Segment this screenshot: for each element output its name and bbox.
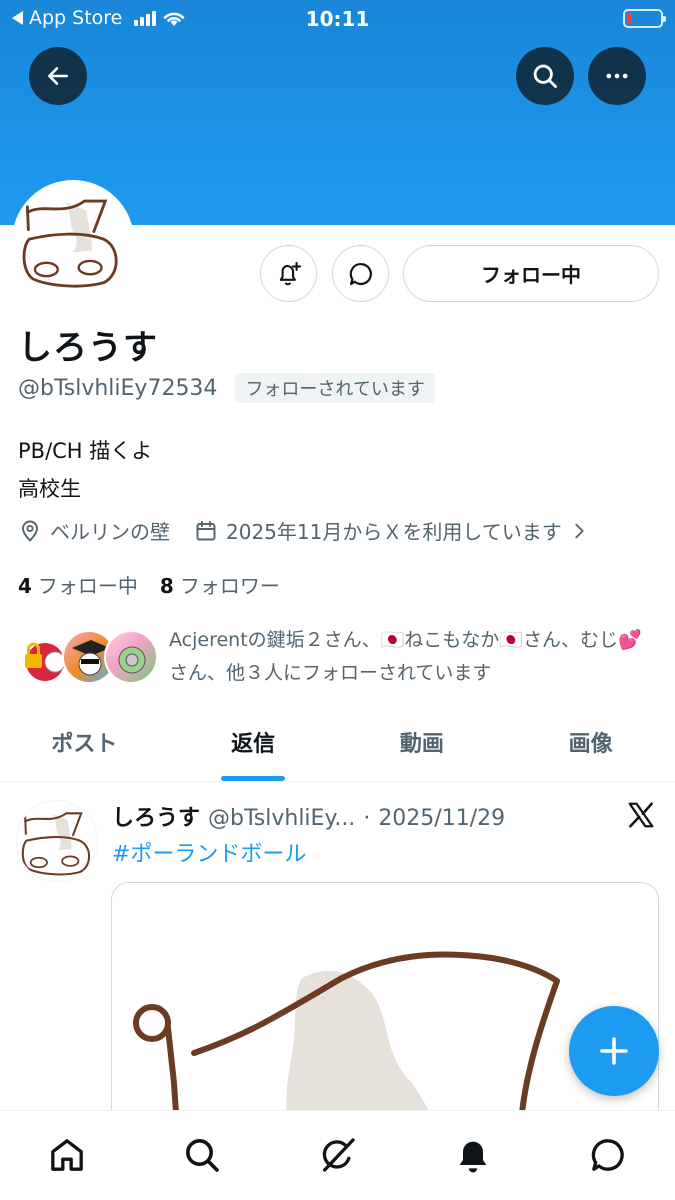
known-followers-text: Acjerentの鍵垢２さん、🇯🇵ねこもなか🇯🇵さん、むじ💕さん、他３人にフォロ…: [169, 629, 642, 684]
post-hashtag[interactable]: #ポーランドボール: [112, 836, 306, 868]
following-label: フォロー中: [37, 574, 138, 598]
handle-row: @bTslvhliEy72534 フォローされています: [18, 373, 435, 403]
back-button[interactable]: [29, 47, 87, 105]
bottom-nav: [0, 1110, 675, 1200]
active-tab-indicator: [221, 776, 286, 781]
profile-meta: ベルリンの壁 2025年11月からＸを利用しています: [18, 516, 598, 545]
post-media-image[interactable]: [111, 882, 659, 1142]
followers-label: フォロワー: [179, 574, 280, 598]
bio-line: 高校生: [18, 477, 81, 501]
profile-name: しろうす: [18, 328, 158, 368]
nav-notifications[interactable]: [451, 1133, 495, 1177]
profile-tabs: ポスト 返信 動画 画像: [0, 714, 675, 782]
battery-icon: [623, 9, 666, 28]
tab-posts[interactable]: ポスト: [0, 714, 169, 781]
calendar-icon: [196, 520, 216, 540]
post-header: しろうす @bTslvhliEy... · 2025/11/29: [112, 800, 582, 832]
followers-count: 8: [159, 574, 174, 598]
known-follower-avatar: [104, 630, 158, 684]
nav-home[interactable]: [45, 1133, 89, 1177]
compose-button[interactable]: [569, 1006, 659, 1096]
home-icon: [51, 1139, 83, 1171]
post-separator: ·: [363, 806, 371, 831]
character-icon: [118, 646, 146, 674]
followers-count-link[interactable]: 8 フォロワー: [160, 570, 280, 599]
join-date-text[interactable]: 2025年11月からＸを利用しています: [226, 516, 562, 545]
profile-handle: @bTslvhliEy72534: [18, 375, 218, 401]
following-button[interactable]: フォロー中: [403, 245, 659, 302]
followers-you-know[interactable]: Acjerentの鍵垢２さん、🇯🇵ねこもなか🇯🇵さん、むじ💕さん、他３人にフォロ…: [18, 622, 658, 692]
nav-grok[interactable]: [316, 1133, 360, 1177]
profile-bio: PB/CH 描くよ 高校生: [18, 432, 152, 508]
nav-search[interactable]: [180, 1133, 224, 1177]
clock: 10:11: [305, 7, 370, 31]
bio-line: PB/CH 描くよ: [18, 439, 153, 463]
polandball-drawing-image: [133, 951, 560, 1141]
nav-messages[interactable]: [586, 1133, 630, 1177]
plus-icon: [600, 1037, 628, 1065]
grok-icon: [322, 1138, 355, 1172]
bell-plus-icon: [279, 261, 301, 285]
more-horizontal-icon: [606, 73, 628, 79]
following-count: 4: [18, 574, 32, 598]
status-bar: App Store 10:11: [0, 0, 675, 38]
message-button[interactable]: [332, 245, 389, 302]
polandball-avatar-image: [21, 812, 91, 876]
search-icon: [533, 64, 557, 88]
bell-icon: [459, 1141, 487, 1173]
tab-label: 画像: [568, 732, 613, 757]
tab-label: ポスト: [51, 732, 118, 757]
chevron-right-icon[interactable]: [568, 520, 590, 542]
location-text: ベルリンの壁: [50, 520, 170, 544]
arrow-left-icon: [48, 67, 68, 85]
tab-videos[interactable]: 動画: [338, 714, 507, 781]
tab-label: 返信: [231, 732, 276, 757]
polandball-avatar-image: [22, 199, 118, 288]
post-author-avatar[interactable]: [16, 800, 98, 882]
post-author-handle[interactable]: @bTslvhliEy...: [208, 806, 355, 831]
more-button[interactable]: [588, 47, 646, 105]
post-author-name[interactable]: しろうす: [112, 800, 200, 832]
search-icon: [186, 1139, 219, 1172]
location-pin-icon: [22, 520, 38, 542]
tab-replies[interactable]: 返信: [169, 714, 338, 781]
message-bubble-icon: [349, 262, 372, 285]
tab-label: 動画: [399, 732, 444, 757]
profile-avatar[interactable]: [12, 180, 134, 302]
follows-you-badge: フォローされています: [235, 373, 435, 403]
following-count-link[interactable]: 4 フォロー中: [18, 570, 138, 599]
messages-icon: [591, 1139, 624, 1171]
known-follower-avatars: [18, 630, 158, 686]
follow-counts: 4 フォロー中 8 フォロワー: [18, 570, 280, 599]
search-button[interactable]: [516, 47, 574, 105]
post-date[interactable]: 2025/11/29: [378, 806, 505, 831]
tab-media[interactable]: 画像: [506, 714, 675, 781]
notify-button[interactable]: [260, 245, 317, 302]
x-logo-icon: [626, 800, 656, 834]
